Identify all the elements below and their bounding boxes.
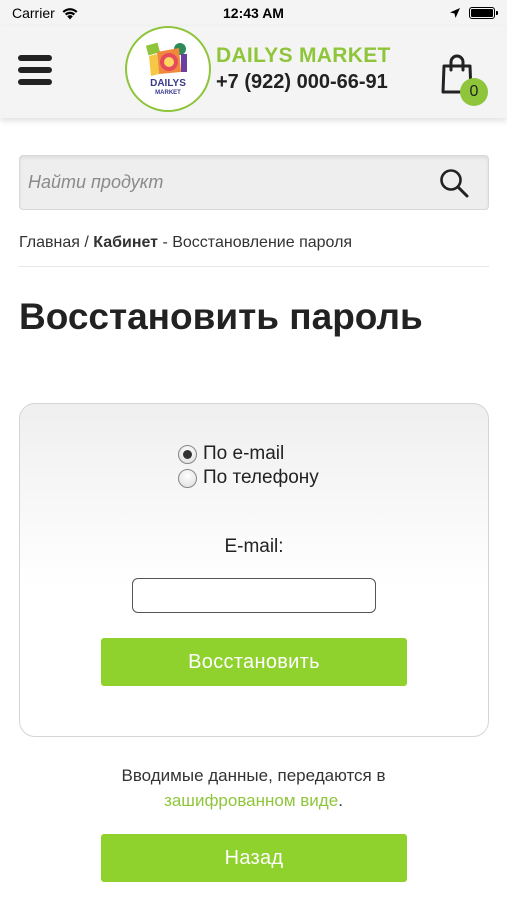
cart-count-badge: 0: [460, 78, 488, 106]
radio-label-phone: По телефону: [203, 467, 319, 488]
cart-button[interactable]: 0: [440, 54, 488, 106]
back-button[interactable]: Назад: [101, 834, 407, 882]
store-logo[interactable]: DAILYS MARKET: [125, 26, 211, 112]
recovery-method-group: По e-mail По телефону: [178, 442, 319, 490]
encryption-notice: Вводимые данные, передаются в зашифрован…: [0, 763, 507, 813]
radio-button-email[interactable]: [178, 444, 197, 464]
restore-button[interactable]: Восстановить: [101, 638, 407, 686]
status-right: [449, 7, 498, 19]
menu-bar: [18, 55, 52, 61]
search-bar: [19, 155, 489, 210]
logo-emblem-icon: DAILYS MARKET: [145, 42, 187, 96]
encryption-notice-text: Вводимые данные, передаются в: [121, 766, 386, 785]
password-recovery-form: По e-mail По телефону E-mail: Восстанови…: [19, 403, 489, 737]
breadcrumb-cabinet[interactable]: Кабинет: [93, 234, 158, 251]
breadcrumb-divider: [19, 266, 489, 267]
radio-label-email: По e-mail: [203, 443, 285, 464]
carrier-label: Carrier: [12, 5, 55, 21]
wifi-icon: [62, 7, 78, 19]
logo-text-top: DAILYS: [150, 78, 186, 89]
phone-number[interactable]: +7 (922) 000-66-91: [216, 71, 391, 94]
encryption-notice-line2: зашифрованном виде.: [0, 788, 507, 813]
battery-icon: [469, 7, 498, 19]
radio-button-phone[interactable]: [178, 468, 197, 488]
breadcrumb-current: Восстановление пароля: [172, 234, 353, 251]
breadcrumb-separator: /: [79, 234, 94, 251]
breadcrumb-separator: -: [158, 234, 173, 251]
menu-bar: [18, 79, 52, 85]
status-left: Carrier: [12, 5, 79, 21]
location-arrow-icon: [450, 8, 460, 18]
breadcrumb-home[interactable]: Главная: [19, 234, 80, 251]
encryption-notice-end: .: [338, 791, 343, 810]
radio-option-phone[interactable]: По телефону: [178, 466, 319, 490]
brand-name: DAILYS MARKET: [216, 44, 391, 67]
hamburger-menu-button[interactable]: [18, 53, 52, 87]
status-bar: Carrier 12:43 AM: [0, 0, 507, 26]
app-header: DAILYS MARKET DAILYS MARKET +7 (922) 000…: [0, 26, 507, 118]
radio-option-email[interactable]: По e-mail: [178, 442, 319, 466]
encryption-link[interactable]: зашифрованном виде: [164, 791, 338, 810]
page-title: Восстановить пароль: [19, 296, 423, 337]
search-input[interactable]: [20, 156, 420, 209]
breadcrumb: Главная / Кабинет - Восстановление парол…: [19, 234, 352, 252]
logo-text-bottom: MARKET: [155, 90, 181, 96]
email-field[interactable]: [132, 578, 376, 613]
menu-bar: [18, 67, 52, 73]
email-label: E-mail:: [224, 536, 284, 557]
search-icon: [440, 169, 469, 198]
brand-block: DAILYS MARKET +7 (922) 000-66-91: [216, 44, 391, 94]
search-button[interactable]: [438, 167, 470, 199]
